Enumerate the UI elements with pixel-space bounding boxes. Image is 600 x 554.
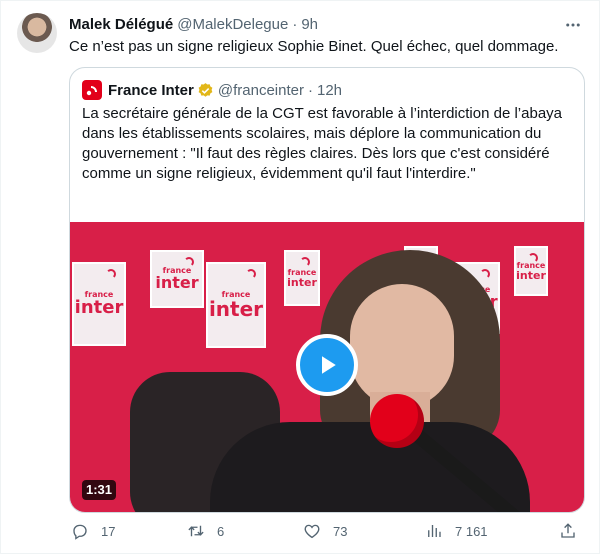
quoted-separator: · bbox=[307, 81, 313, 99]
quoted-text: La secrétaire générale de la CGT est fav… bbox=[82, 105, 562, 182]
tweet-text: Ce n’est pas un signe religieux Sophie B… bbox=[69, 38, 559, 55]
studio-logo-panel: franceinter bbox=[284, 250, 320, 306]
quoted-author-handle[interactable]: @franceinter bbox=[218, 82, 304, 99]
views-bar-chart-icon bbox=[428, 525, 441, 537]
heart-icon bbox=[304, 524, 320, 539]
studio-logo-panel: franceinter bbox=[72, 262, 126, 346]
tweet-card[interactable]: Malek Délégué @MalekDelegue · 9h Ce n’es… bbox=[0, 0, 600, 554]
video-player[interactable]: france inter france inter france inter fran… bbox=[70, 222, 584, 512]
play-icon bbox=[322, 356, 336, 374]
like-count: 73 bbox=[333, 523, 348, 539]
tweet-timestamp[interactable]: 9h bbox=[301, 15, 318, 35]
views-button[interactable]: 7 161 bbox=[425, 522, 488, 540]
view-count: 7 161 bbox=[455, 523, 488, 539]
france-inter-logo bbox=[82, 80, 102, 100]
author-avatar[interactable] bbox=[17, 13, 57, 53]
author-name[interactable]: Malek Délégué bbox=[69, 15, 173, 35]
france-inter-logo-icon bbox=[86, 86, 97, 96]
verified-badge-icon bbox=[198, 82, 213, 97]
play-button[interactable] bbox=[296, 334, 358, 396]
author-handle[interactable]: @MalekDelegue bbox=[177, 15, 288, 35]
header-separator: · bbox=[292, 16, 298, 33]
tweet-actions: 17 6 73 7 161 bbox=[69, 519, 585, 543]
quoted-timestamp[interactable]: 12h bbox=[317, 82, 342, 99]
reply-icon bbox=[73, 524, 87, 540]
retweet-button[interactable]: 6 bbox=[187, 522, 224, 540]
retweet-count: 6 bbox=[217, 523, 225, 539]
quoted-author-name[interactable]: France Inter bbox=[108, 82, 194, 99]
share-icon bbox=[561, 523, 575, 538]
more-options-button[interactable] bbox=[563, 15, 583, 35]
tweet-header: Malek Délégué @MalekDelegue · 9h bbox=[69, 15, 318, 35]
studio-logo-panel: franceinter bbox=[206, 262, 266, 348]
microphone bbox=[370, 394, 424, 448]
more-horizontal-icon bbox=[566, 23, 580, 27]
studio-logo-panel: franceinter bbox=[514, 246, 548, 296]
video-duration: 1:31 bbox=[82, 480, 117, 500]
studio-logo-panel: franceinter bbox=[150, 250, 204, 308]
like-button[interactable]: 73 bbox=[303, 522, 347, 540]
quoted-header: France Inter @franceinter · 12h bbox=[82, 80, 342, 100]
retweet-icon bbox=[188, 525, 204, 537]
quoted-tweet[interactable]: France Inter @franceinter · 12h La secré… bbox=[69, 67, 585, 513]
reply-count: 17 bbox=[101, 523, 116, 539]
share-button[interactable] bbox=[559, 522, 577, 540]
speaker-face bbox=[350, 284, 454, 408]
reply-button[interactable]: 17 bbox=[71, 522, 115, 540]
